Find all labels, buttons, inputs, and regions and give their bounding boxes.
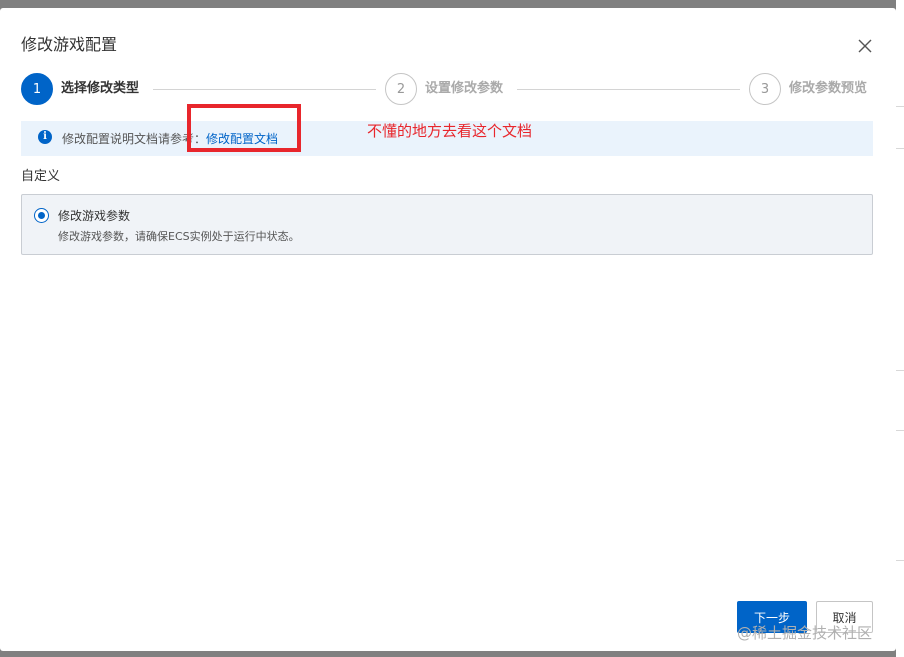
step-2-label: 设置修改参数 bbox=[425, 81, 504, 96]
step-3-label: 修改参数预览 bbox=[789, 81, 868, 96]
annotation-text: 不懂的地方去看这个文档 bbox=[367, 122, 533, 140]
step-connector bbox=[517, 89, 740, 90]
step-2-indicator: 2 bbox=[385, 73, 417, 105]
dialog-title: 修改游戏配置 bbox=[21, 35, 118, 54]
option-modify-game-params[interactable]: 修改游戏参数 修改游戏参数，请确保ECS实例处于运行中状态。 bbox=[21, 194, 873, 255]
step-1-label: 选择修改类型 bbox=[61, 81, 140, 96]
modify-game-config-dialog: 修改游戏配置 1 选择修改类型 2 设置修改参数 3 修改参数预览 i 修改配置… bbox=[0, 8, 896, 651]
background-divider bbox=[896, 148, 904, 149]
background-divider bbox=[896, 560, 904, 561]
step-connector bbox=[153, 89, 376, 90]
background-page-edge bbox=[896, 0, 904, 657]
close-icon[interactable] bbox=[854, 35, 876, 57]
radio-selected-icon[interactable] bbox=[34, 208, 49, 223]
background-divider bbox=[896, 106, 904, 107]
option-title: 修改游戏参数 bbox=[58, 209, 131, 223]
watermark: @稀土掘金技术社区 bbox=[737, 624, 873, 642]
notice-text: 修改配置说明文档请参考 bbox=[62, 132, 195, 146]
section-label: 自定义 bbox=[21, 169, 61, 184]
step-3-indicator: 3 bbox=[749, 73, 781, 105]
background-divider bbox=[896, 370, 904, 371]
annotation-highlight-box bbox=[187, 104, 301, 152]
background-divider bbox=[896, 430, 904, 431]
option-description: 修改游戏参数，请确保ECS实例处于运行中状态。 bbox=[58, 230, 300, 243]
info-icon: i bbox=[38, 130, 52, 144]
step-1-indicator: 1 bbox=[21, 73, 53, 105]
